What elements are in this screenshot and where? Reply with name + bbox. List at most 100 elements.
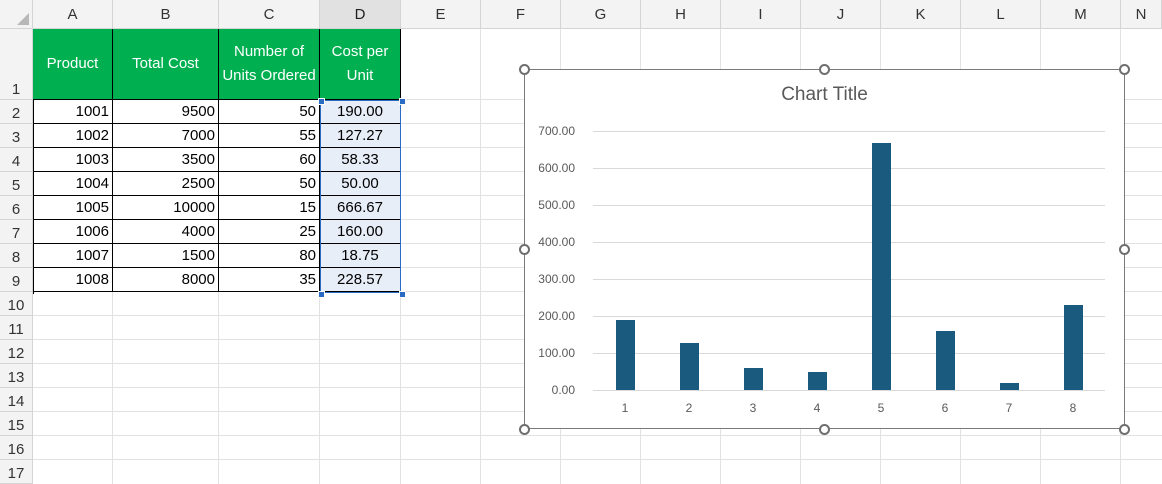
select-all-button[interactable] <box>0 0 33 29</box>
table-cell[interactable]: 8000 <box>113 268 219 292</box>
table-cell[interactable]: 1007 <box>33 244 113 268</box>
column-header-i[interactable]: I <box>721 0 801 29</box>
chart-title[interactable]: Chart Title <box>525 84 1124 106</box>
x-tick-label: 2 <box>685 401 693 415</box>
column-header-j[interactable]: J <box>801 0 881 29</box>
chart-resize-handle[interactable] <box>819 64 830 75</box>
table-cell[interactable]: 190.00 <box>320 100 401 124</box>
select-all-icon <box>17 13 29 25</box>
column-header-d[interactable]: D <box>320 0 401 29</box>
table-cell[interactable]: 55 <box>219 124 320 148</box>
column-header-c[interactable]: C <box>219 0 320 29</box>
y-tick-label: 100.00 <box>538 346 575 360</box>
row-header-1[interactable]: 1 <box>0 29 33 100</box>
row-header-2[interactable]: 2 <box>0 100 33 124</box>
chart-resize-handle[interactable] <box>519 424 530 435</box>
table-cell[interactable]: 50.00 <box>320 172 401 196</box>
bar-3[interactable] <box>743 368 763 390</box>
chart-resize-handle[interactable] <box>1119 64 1130 75</box>
bar-8[interactable] <box>1063 305 1083 390</box>
row-header-10[interactable]: 10 <box>0 292 33 316</box>
y-tick-label: 200.00 <box>538 309 575 323</box>
y-tick-label: 300.00 <box>538 272 575 286</box>
row-header-17[interactable]: 17 <box>0 460 33 484</box>
table-cell[interactable]: 18.75 <box>320 244 401 268</box>
table-cell[interactable]: 160.00 <box>320 220 401 244</box>
row-header-16[interactable]: 16 <box>0 436 33 460</box>
table-cell[interactable]: 50 <box>219 100 320 124</box>
column-header-g[interactable]: G <box>561 0 641 29</box>
row-header-7[interactable]: 7 <box>0 220 33 244</box>
row-header-9[interactable]: 9 <box>0 268 33 292</box>
table-cell[interactable]: 4000 <box>113 220 219 244</box>
column-header-h[interactable]: H <box>641 0 721 29</box>
column-header-f[interactable]: F <box>481 0 561 29</box>
y-tick-label: 0.00 <box>551 383 575 397</box>
gridline <box>593 168 1105 169</box>
bar-6[interactable] <box>935 330 955 390</box>
table-cell[interactable]: 1002 <box>33 124 113 148</box>
table-cell[interactable]: 25 <box>219 220 320 244</box>
table-cell[interactable]: 7000 <box>113 124 219 148</box>
chart-resize-handle[interactable] <box>519 244 530 255</box>
table-cell[interactable]: 1004 <box>33 172 113 196</box>
table-cell[interactable]: 1006 <box>33 220 113 244</box>
table-cell[interactable]: 50 <box>219 172 320 196</box>
table-cell[interactable]: 1005 <box>33 196 113 220</box>
row-header-5[interactable]: 5 <box>0 172 33 196</box>
header-cell-320[interactable]: Cost per Unit <box>320 29 401 100</box>
table-cell[interactable]: 1003 <box>33 148 113 172</box>
row-header-15[interactable]: 15 <box>0 412 33 436</box>
row-header-6[interactable]: 6 <box>0 196 33 220</box>
table-cell[interactable]: 58.33 <box>320 148 401 172</box>
header-cell-219[interactable]: Number of Units Ordered <box>219 29 320 100</box>
bar-2[interactable] <box>679 342 699 390</box>
x-tick-label: 4 <box>813 401 821 415</box>
row-header-14[interactable]: 14 <box>0 388 33 412</box>
bar-4[interactable] <box>807 371 827 390</box>
column-header-a[interactable]: A <box>33 0 113 29</box>
table-cell[interactable]: 80 <box>219 244 320 268</box>
x-tick-label: 8 <box>1069 401 1077 415</box>
selection-handle[interactable] <box>318 98 325 105</box>
column-header-e[interactable]: E <box>401 0 481 29</box>
chart-resize-handle[interactable] <box>519 64 530 75</box>
chart-resize-handle[interactable] <box>819 424 830 435</box>
table-cell[interactable]: 60 <box>219 148 320 172</box>
table-cell[interactable]: 35 <box>219 268 320 292</box>
header-cell-33[interactable]: Product <box>33 29 113 100</box>
chart-resize-handle[interactable] <box>1119 424 1130 435</box>
table-cell[interactable]: 1001 <box>33 100 113 124</box>
selection-handle[interactable] <box>399 291 406 298</box>
column-header-b[interactable]: B <box>113 0 219 29</box>
bar-1[interactable] <box>615 319 635 390</box>
row-header-13[interactable]: 13 <box>0 364 33 388</box>
column-header-l[interactable]: L <box>961 0 1041 29</box>
selection-handle[interactable] <box>399 98 406 105</box>
row-header-4[interactable]: 4 <box>0 148 33 172</box>
table-cell[interactable]: 1008 <box>33 268 113 292</box>
table-cell[interactable]: 2500 <box>113 172 219 196</box>
column-header-m[interactable]: M <box>1041 0 1121 29</box>
row-header-11[interactable]: 11 <box>0 316 33 340</box>
row-header-8[interactable]: 8 <box>0 244 33 268</box>
table-cell[interactable]: 10000 <box>113 196 219 220</box>
row-header-12[interactable]: 12 <box>0 340 33 364</box>
table-cell[interactable]: 3500 <box>113 148 219 172</box>
table-cell[interactable]: 9500 <box>113 100 219 124</box>
bar-chart[interactable]: Chart Title 0.00 100.00 200.00 300.00 400.00… <box>524 69 1125 429</box>
column-header-n[interactable]: N <box>1121 0 1162 29</box>
table-cell[interactable]: 228.57 <box>320 268 401 292</box>
row-header-3[interactable]: 3 <box>0 124 33 148</box>
chart-resize-handle[interactable] <box>1119 244 1130 255</box>
table-cell[interactable]: 1500 <box>113 244 219 268</box>
bar-7[interactable] <box>999 383 1019 390</box>
bar-5[interactable] <box>871 143 891 390</box>
table-cell[interactable]: 15 <box>219 196 320 220</box>
selection-handle[interactable] <box>318 291 325 298</box>
table-cell[interactable]: 127.27 <box>320 124 401 148</box>
table-cell[interactable]: 666.67 <box>320 196 401 220</box>
column-header-k[interactable]: K <box>881 0 961 29</box>
header-cell-113[interactable]: Total Cost <box>113 29 219 100</box>
gridline <box>593 205 1105 206</box>
